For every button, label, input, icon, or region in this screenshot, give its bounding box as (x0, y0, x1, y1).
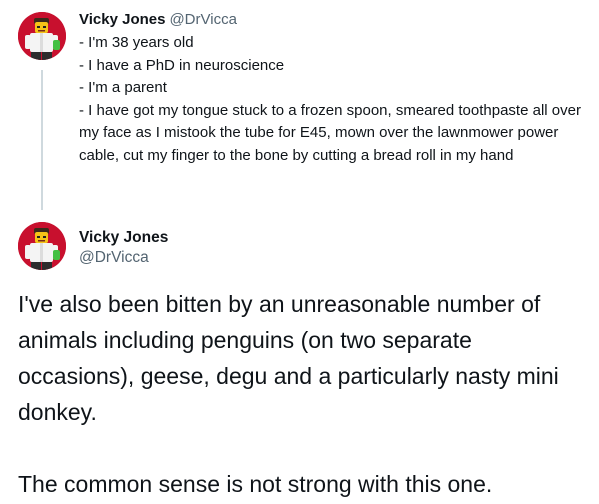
tweet-text: - I'm 38 years old - I have a PhD in neu… (79, 32, 584, 167)
avatar[interactable] (18, 222, 66, 270)
tweet-paragraph: The common sense is not strong with this… (18, 471, 493, 497)
tweet-line: - I have got my tongue stuck to a frozen… (79, 101, 581, 164)
lego-scientist-avatar-icon (18, 222, 66, 270)
tweet-1-header: Vicky Jones @DrVicca (79, 10, 584, 30)
tweet-line: - I have a PhD in neuroscience (79, 56, 285, 74)
tweet-paragraph: I've also been bitten by an unreasonable… (18, 291, 559, 425)
tweet-2-header: Vicky Jones @DrVicca (79, 228, 168, 268)
tweet-line: - I'm 38 years old (79, 34, 194, 51)
thread-connector-line (41, 70, 43, 210)
tweet-line: - I'm a parent (79, 79, 167, 96)
tweet-1: Vicky Jones @DrVicca - I'm 38 years old -… (79, 10, 584, 167)
lego-scientist-avatar-icon (18, 12, 66, 60)
user-handle[interactable]: @DrVicca (169, 11, 236, 28)
user-handle[interactable]: @DrVicca (79, 248, 168, 268)
avatar[interactable] (18, 12, 66, 60)
tweet-text: I've also been bitten by an unreasonable… (18, 286, 588, 502)
display-name[interactable]: Vicky Jones (79, 228, 168, 248)
display-name[interactable]: Vicky Jones (79, 11, 165, 28)
